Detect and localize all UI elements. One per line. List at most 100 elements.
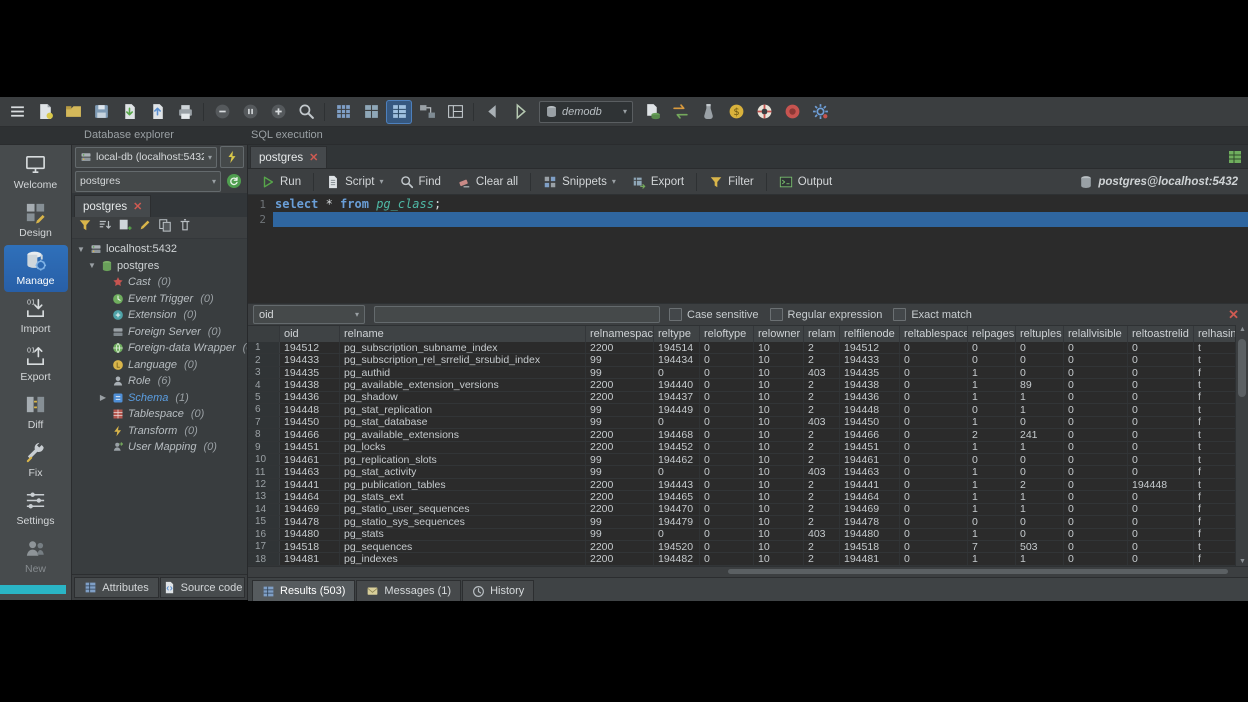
connect-button[interactable] <box>220 146 244 168</box>
filter-option-regular-expression[interactable]: Regular expression <box>770 308 883 321</box>
table-cell[interactable]: pg_available_extensions <box>340 429 586 440</box>
table-cell[interactable]: 2200 <box>586 342 654 353</box>
table-cell[interactable]: 0 <box>900 442 968 453</box>
connection-combo[interactable]: local-db (localhost:5432 ▾ <box>75 147 217 168</box>
table-cell[interactable]: 2 <box>804 354 840 365</box>
table-cell[interactable]: 0 <box>700 466 754 477</box>
table-row[interactable]: 5194436pg_shadow220019443701021944360110… <box>248 392 1235 404</box>
table-cell[interactable]: 194468 <box>654 429 700 440</box>
table-cell[interactable]: 194443 <box>654 479 700 490</box>
table-cell[interactable]: 0 <box>900 392 968 403</box>
table-cell[interactable]: 194441 <box>280 479 340 490</box>
table-cell[interactable]: 10 <box>754 404 804 415</box>
table-cell[interactable]: 0 <box>1128 417 1194 428</box>
table-cell[interactable]: t <box>1194 479 1235 490</box>
layout-button[interactable] <box>442 100 468 124</box>
row-number-cell[interactable]: 5 <box>248 392 280 403</box>
table-cell[interactable]: 194440 <box>654 379 700 390</box>
table-cell[interactable]: 194518 <box>840 541 900 552</box>
table-cell[interactable]: 0 <box>700 379 754 390</box>
table-cell[interactable]: 2200 <box>586 491 654 502</box>
table-cell[interactable]: 2 <box>804 516 840 527</box>
table-row[interactable]: 6194448pg_stat_replication99194449010219… <box>248 404 1235 416</box>
grid-large-button[interactable] <box>386 100 412 124</box>
table-cell[interactable]: 0 <box>1128 429 1194 440</box>
table-cell[interactable]: 10 <box>754 516 804 527</box>
table-cell[interactable]: 0 <box>1064 479 1128 490</box>
column-header-relpages[interactable]: relpages <box>968 326 1016 342</box>
column-header-reloftype[interactable]: reloftype <box>700 326 754 342</box>
table-cell[interactable]: 2 <box>968 429 1016 440</box>
row-number-cell[interactable]: 16 <box>248 529 280 540</box>
table-cell[interactable]: 194470 <box>654 504 700 515</box>
scroll-down-icon[interactable]: ▼ <box>1236 558 1248 565</box>
table-cell[interactable]: 1 <box>968 392 1016 403</box>
row-number-cell[interactable]: 9 <box>248 442 280 453</box>
table-cell[interactable]: 194464 <box>840 491 900 502</box>
tree-item-extension[interactable]: Extension(0) <box>72 307 247 324</box>
help-lifebuoy-button[interactable] <box>751 100 777 124</box>
table-cell[interactable]: 0 <box>1128 342 1194 353</box>
tree-item-foreign-data-wrapper[interactable]: Foreign-data Wrapper(0) <box>72 340 247 357</box>
table-cell[interactable]: 10 <box>754 479 804 490</box>
explorer-tab-attributes[interactable]: Attributes <box>74 577 159 598</box>
table-cell[interactable]: 0 <box>1064 491 1128 502</box>
table-cell[interactable]: 0 <box>700 454 754 465</box>
column-header-reltuples[interactable]: reltuples <box>1016 326 1064 342</box>
diagram-button[interactable] <box>414 100 440 124</box>
table-row[interactable]: 17194518pg_sequences22001945200102194518… <box>248 541 1235 553</box>
table-cell[interactable]: 194448 <box>1128 479 1194 490</box>
table-cell[interactable]: 1 <box>968 367 1016 378</box>
table-cell[interactable]: 0 <box>700 367 754 378</box>
table-cell[interactable]: 194436 <box>280 392 340 403</box>
table-cell[interactable]: pg_stats_ext <box>340 491 586 502</box>
table-cell[interactable]: 0 <box>700 392 754 403</box>
table-cell[interactable]: 194466 <box>840 429 900 440</box>
table-cell[interactable]: 0 <box>654 466 700 477</box>
filter-option-case-sensitive[interactable]: Case sensitive <box>669 308 759 321</box>
zoom-out-button[interactable] <box>209 100 235 124</box>
table-cell[interactable]: 194434 <box>654 354 700 365</box>
table-cell[interactable]: 0 <box>1128 367 1194 378</box>
delete-button[interactable] <box>178 218 192 237</box>
table-cell[interactable]: 0 <box>900 454 968 465</box>
table-cell[interactable]: 1 <box>1016 553 1064 564</box>
table-cell[interactable]: f <box>1194 491 1235 502</box>
table-cell[interactable]: 10 <box>754 491 804 502</box>
table-cell[interactable]: 0 <box>900 342 968 353</box>
table-cell[interactable]: 0 <box>700 541 754 552</box>
table-cell[interactable]: 0 <box>968 454 1016 465</box>
row-number-cell[interactable]: 10 <box>248 454 280 465</box>
table-cell[interactable]: 0 <box>700 354 754 365</box>
sql-toolbar-script-button[interactable]: Script▾ <box>319 171 390 193</box>
table-cell[interactable]: 194481 <box>280 553 340 564</box>
table-cell[interactable]: 10 <box>754 342 804 353</box>
table-cell[interactable]: 0 <box>1016 367 1064 378</box>
row-number-cell[interactable]: 3 <box>248 367 280 378</box>
tree-item-foreign-server[interactable]: Foreign Server(0) <box>72 324 247 341</box>
explorer-database-combo[interactable]: postgres ▾ <box>75 171 221 192</box>
table-row[interactable]: 2194433pg_subscription_rel_srrelid_srsub… <box>248 354 1235 366</box>
table-cell[interactable]: t <box>1194 379 1235 390</box>
row-number-cell[interactable]: 18 <box>248 553 280 564</box>
table-cell[interactable]: 10 <box>754 466 804 477</box>
table-row[interactable]: 8194466pg_available_extensions2200194468… <box>248 429 1235 441</box>
table-cell[interactable]: 194480 <box>840 529 900 540</box>
tree-item-user-mapping[interactable]: User Mapping(0) <box>72 439 247 456</box>
table-cell[interactable]: 194436 <box>840 392 900 403</box>
column-header-relowner[interactable]: relowner <box>754 326 804 342</box>
table-cell[interactable]: 99 <box>586 454 654 465</box>
table-cell[interactable]: 99 <box>586 367 654 378</box>
chevron-right-icon[interactable]: ▶ <box>98 393 108 402</box>
table-cell[interactable]: 194482 <box>654 553 700 564</box>
copy-button[interactable] <box>158 218 172 237</box>
scrollbar-thumb[interactable] <box>728 569 1228 574</box>
table-row[interactable]: 12194441pg_publication_tables22001944430… <box>248 479 1235 491</box>
table-cell[interactable]: pg_locks <box>340 442 586 453</box>
row-number-cell[interactable]: 17 <box>248 541 280 552</box>
table-cell[interactable]: 2 <box>804 429 840 440</box>
forward-button[interactable] <box>507 100 533 124</box>
table-cell[interactable]: 194435 <box>280 367 340 378</box>
table-cell[interactable]: f <box>1194 466 1235 477</box>
table-cell[interactable]: 1 <box>1016 504 1064 515</box>
